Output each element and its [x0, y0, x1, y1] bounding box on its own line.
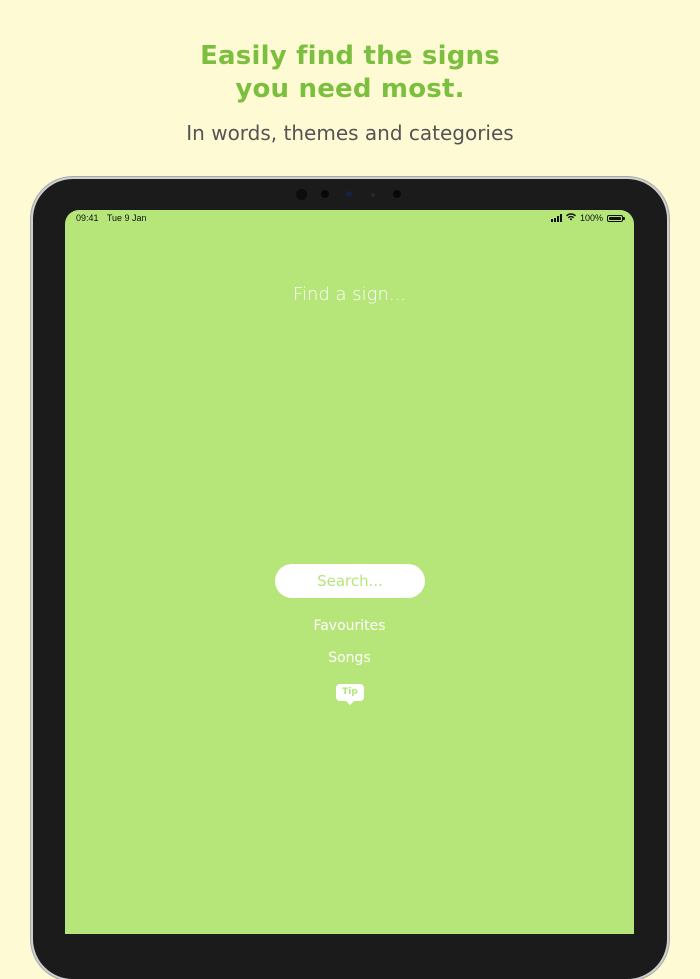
camera-indicator-icon	[346, 191, 352, 197]
sensor-dot-icon	[371, 193, 375, 197]
status-date: Tue 9 Jan	[106, 213, 147, 223]
songs-link[interactable]: Songs	[65, 650, 634, 666]
battery-icon	[607, 214, 625, 222]
headline-line-2: you need most.	[235, 74, 465, 104]
marketing-headline: Easily find the signs you need most.	[0, 40, 700, 106]
camera-icon	[390, 187, 404, 201]
camera-icon	[318, 187, 332, 201]
status-time: 09:41	[76, 213, 99, 223]
tip-button[interactable]: Tip	[336, 684, 364, 705]
status-right: 100%	[550, 213, 625, 223]
marketing-subline: In words, themes and categories	[186, 121, 514, 145]
find-sign-title: Find a sign...	[292, 284, 407, 305]
search-input[interactable]	[275, 564, 425, 598]
cellular-signal-icon	[550, 214, 562, 222]
battery-percent: 100%	[579, 213, 603, 223]
app-screen: 09:41 Tue 9 Jan 100% Find a sign... Favo…	[65, 210, 634, 934]
status-left: 09:41 Tue 9 Jan	[76, 213, 153, 223]
wifi-icon	[565, 213, 576, 223]
favourites-link[interactable]: Favourites	[65, 618, 634, 634]
status-bar: 09:41 Tue 9 Jan 100%	[65, 210, 634, 228]
sensor-icon	[296, 189, 307, 200]
headline-line-1: Easily find the signs	[200, 41, 500, 71]
